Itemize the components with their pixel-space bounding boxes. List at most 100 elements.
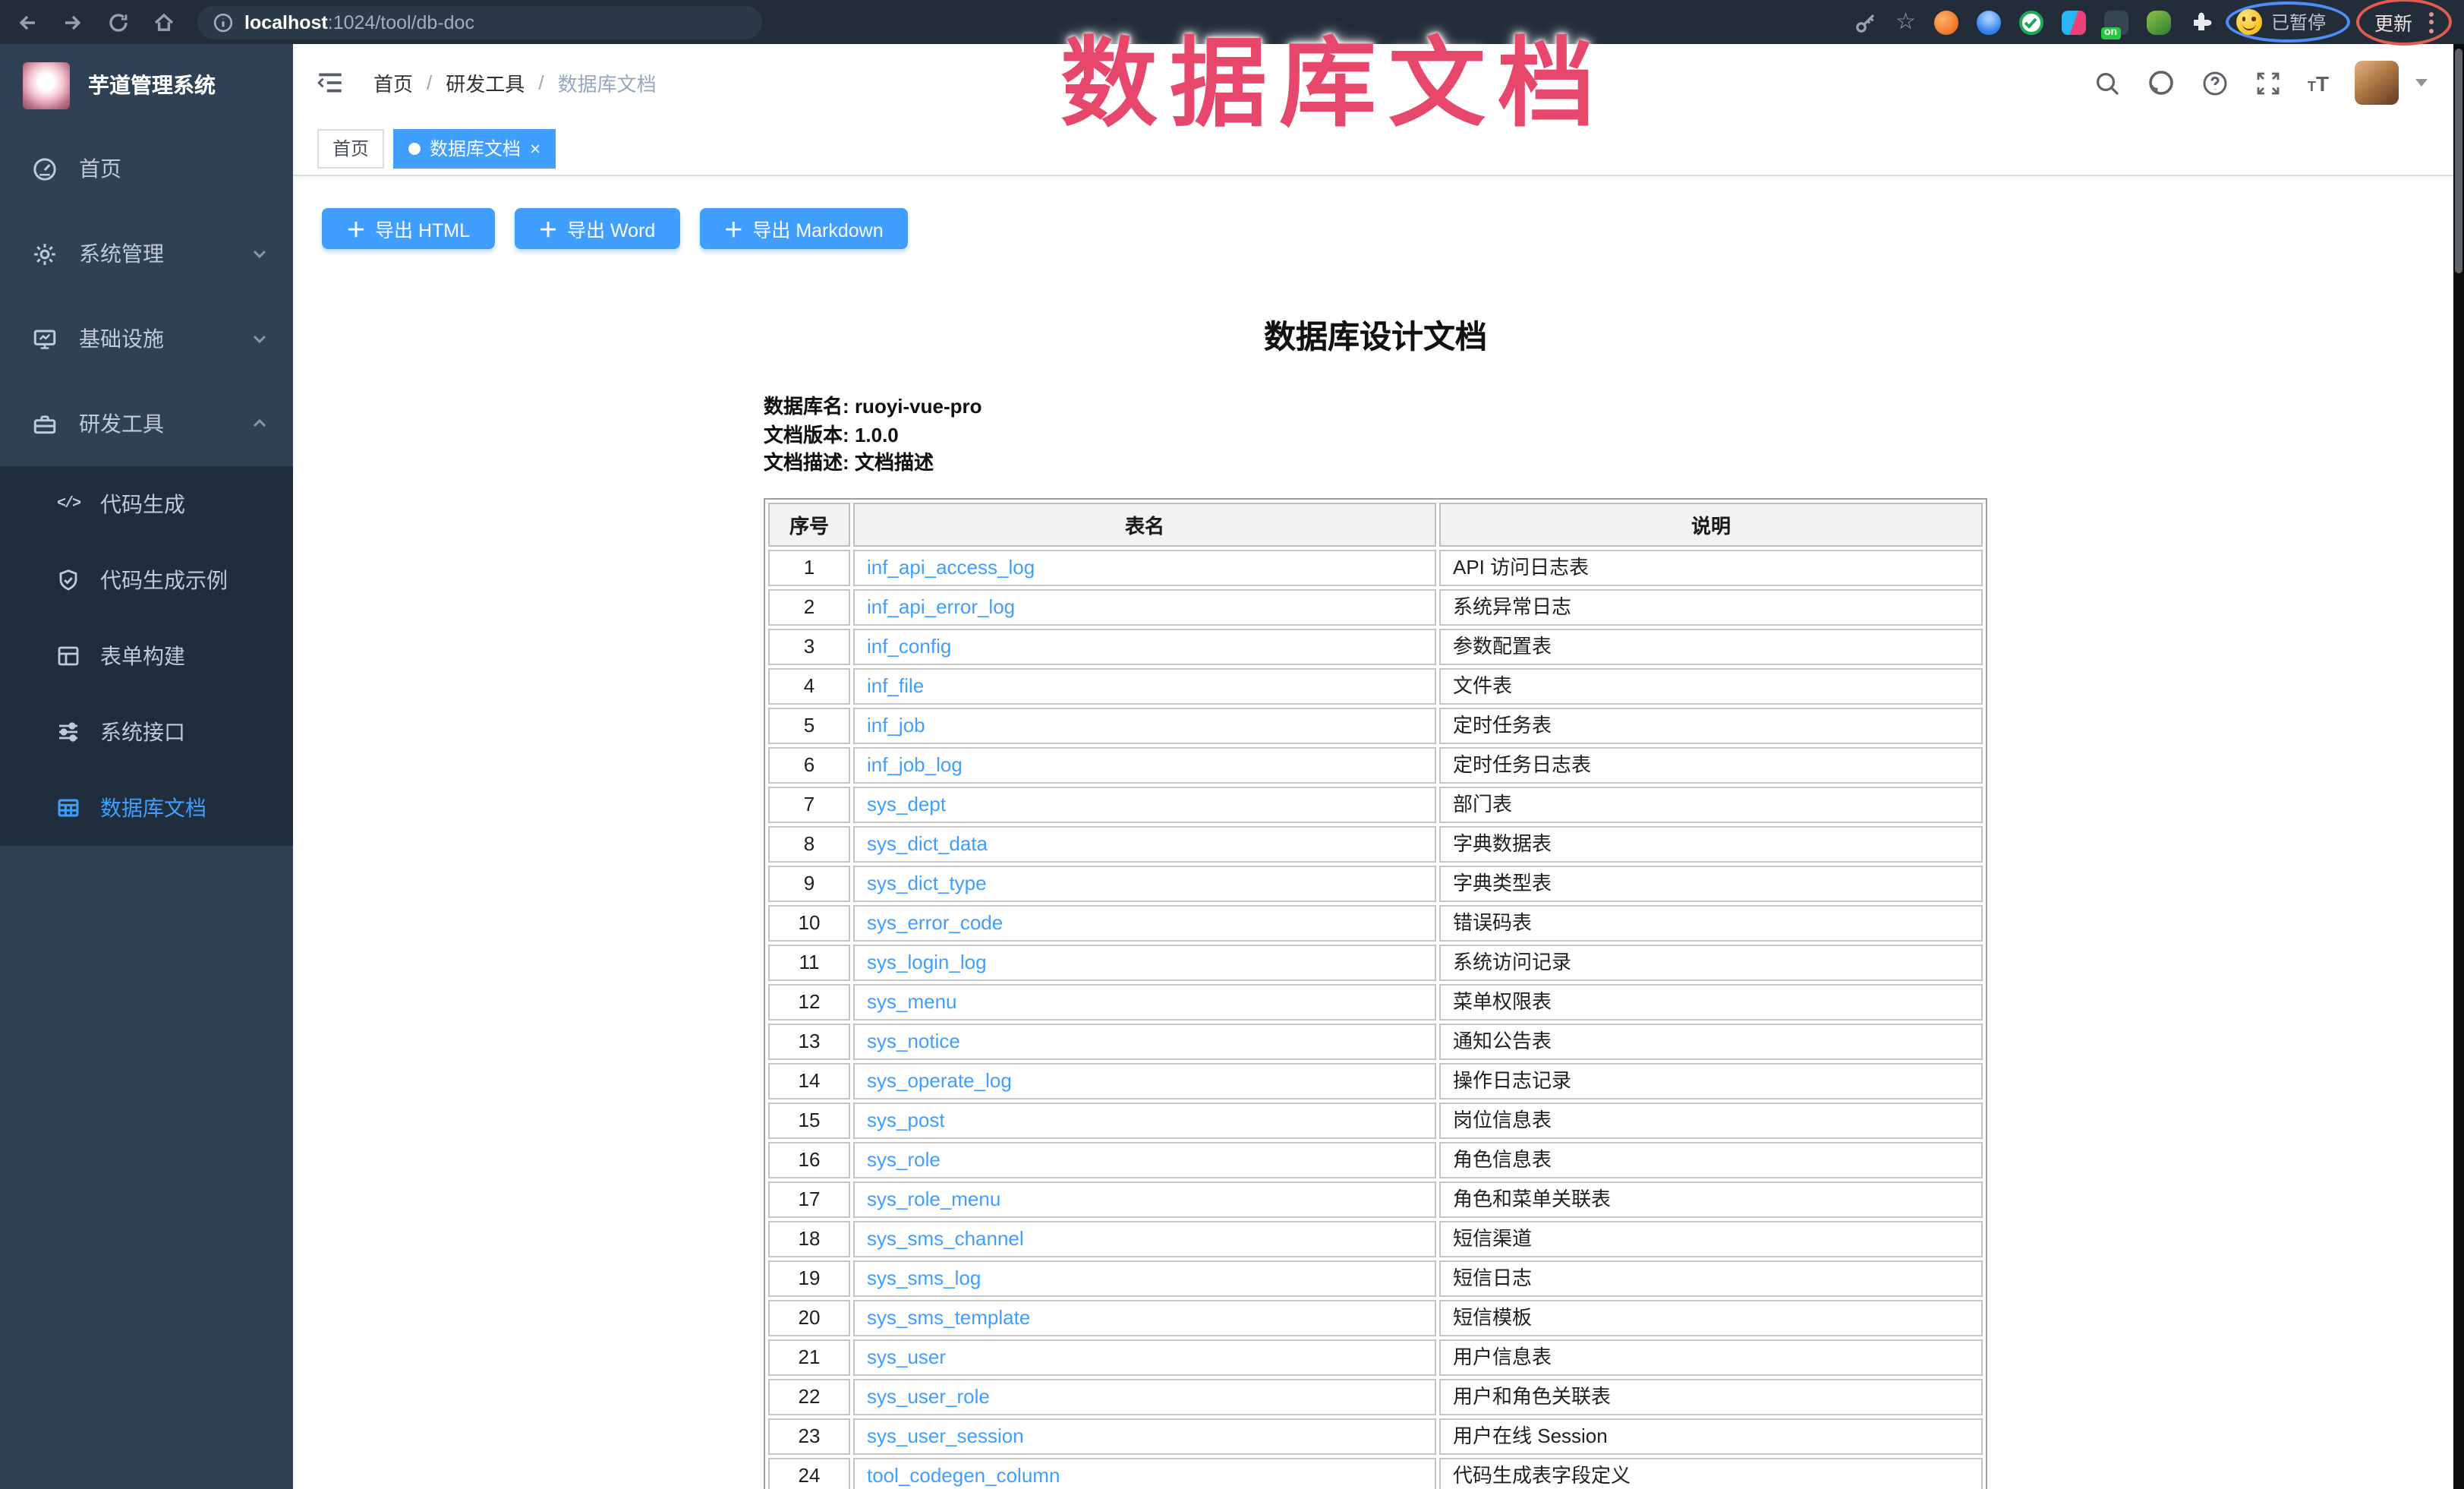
table-name-link[interactable]: sys_role_menu: [867, 1187, 1000, 1210]
back-icon[interactable]: [15, 10, 39, 34]
breadcrumb-devtools[interactable]: 研发工具: [446, 68, 525, 97]
table-name-link[interactable]: inf_job: [867, 713, 925, 736]
gear-icon: [30, 241, 58, 267]
table-name-link[interactable]: sys_dict_data: [867, 831, 988, 854]
scrollbar-thumb[interactable]: [2455, 49, 2462, 273]
user-avatar[interactable]: [2355, 61, 2399, 105]
breadcrumb: 首页 / 研发工具 / 数据库文档: [373, 68, 657, 97]
sidebar-item-codegen-demo[interactable]: 代码生成示例: [0, 542, 293, 618]
sidebar-item-form-builder[interactable]: 表单构建: [0, 618, 293, 694]
extension-icon-blue-pin[interactable]: [1977, 10, 2001, 34]
chevron-down-icon: [250, 330, 269, 348]
export-html-button[interactable]: ＋导出 HTML: [322, 208, 494, 249]
row-description: API 访问日志表: [1439, 549, 1983, 585]
table-name-link[interactable]: sys_user: [867, 1345, 946, 1368]
fullscreen-icon[interactable]: [2254, 69, 2282, 96]
sidebar-item-infra[interactable]: 基础设施: [0, 296, 293, 381]
table-name-link[interactable]: inf_job_log: [867, 752, 963, 775]
table-name-link[interactable]: sys_dict_type: [867, 871, 987, 894]
table-row: 3inf_config参数配置表: [768, 628, 1983, 664]
info-icon[interactable]: [213, 11, 234, 33]
row-table-name-cell: sys_dept: [853, 786, 1436, 822]
avatar-caret-icon[interactable]: [2415, 79, 2428, 87]
table-name-link[interactable]: sys_dept: [867, 792, 946, 815]
table-name-link[interactable]: inf_api_error_log: [867, 595, 1015, 617]
table-name-link[interactable]: sys_error_code: [867, 910, 1003, 933]
row-index: 4: [768, 667, 850, 704]
table-name-link[interactable]: sys_user_session: [867, 1424, 1024, 1446]
row-table-name-cell: sys_role: [853, 1141, 1436, 1178]
table-name-link[interactable]: sys_notice: [867, 1029, 960, 1052]
row-table-name-cell: sys_menu: [853, 983, 1436, 1020]
font-size-icon[interactable]: TT: [2308, 71, 2329, 95]
extensions-puzzle-icon[interactable]: [2189, 10, 2214, 34]
table-name-link[interactable]: sys_operate_log: [867, 1068, 1012, 1091]
extension-icon-orange[interactable]: [1934, 10, 1958, 34]
table-name-link[interactable]: tool_codegen_column: [867, 1463, 1060, 1486]
forward-icon[interactable]: [61, 10, 85, 34]
row-table-name-cell: inf_api_access_log: [853, 549, 1436, 585]
help-icon[interactable]: [2201, 69, 2229, 96]
export-toolbar: ＋导出 HTML ＋导出 Word ＋导出 Markdown: [322, 208, 2464, 249]
export-word-button[interactable]: ＋导出 Word: [514, 208, 679, 249]
github-icon[interactable]: [2147, 68, 2176, 97]
app-title: 芋道管理系统: [88, 70, 216, 100]
extension-icon-duotone[interactable]: [2062, 10, 2086, 34]
row-description: 代码生成表字段定义: [1439, 1457, 1983, 1489]
row-table-name-cell: sys_user: [853, 1339, 1436, 1375]
sidebar-item-codegen[interactable]: </> 代码生成: [0, 466, 293, 542]
close-icon[interactable]: ×: [530, 139, 540, 157]
table-name-link[interactable]: sys_sms_channel: [867, 1226, 1024, 1249]
url-bar[interactable]: localhost:1024/tool/db-doc: [197, 5, 762, 39]
row-table-name-cell: sys_user_role: [853, 1378, 1436, 1415]
sidebar-item-devtools[interactable]: 研发工具: [0, 381, 293, 466]
table-row: 5inf_job定时任务表: [768, 707, 1983, 743]
row-description: 短信日志: [1439, 1260, 1983, 1296]
table-name-link[interactable]: sys_login_log: [867, 950, 987, 973]
bookmark-star-icon[interactable]: ☆: [1895, 11, 1916, 33]
row-description: 用户和角色关联表: [1439, 1378, 1983, 1415]
table-overview: 序号 表名 说明 1inf_api_access_logAPI 访问日志表2in…: [764, 497, 1987, 1489]
row-table-name-cell: sys_sms_template: [853, 1299, 1436, 1336]
page-content: ＋导出 HTML ＋导出 Word ＋导出 Markdown 数据库设计文档 数…: [293, 176, 2464, 1489]
browser-profile-chip[interactable]: 已暂停: [2232, 6, 2344, 38]
home-icon[interactable]: [152, 10, 176, 34]
doc-title: 数据库设计文档: [764, 313, 1987, 358]
table-name-link[interactable]: sys_role: [867, 1147, 941, 1170]
update-button[interactable]: 更新: [2374, 8, 2412, 36]
page-scrollbar[interactable]: [2453, 44, 2464, 1489]
extension-icon-proxy-on[interactable]: on: [2104, 10, 2128, 34]
sidebar-item-home[interactable]: 首页: [0, 126, 293, 211]
table-row: 14sys_operate_log操作日志记录: [768, 1062, 1983, 1099]
table-name-link[interactable]: sys_user_role: [867, 1384, 990, 1407]
extension-icon-green-check[interactable]: [2019, 10, 2043, 34]
row-table-name-cell: inf_config: [853, 628, 1436, 664]
tab-home[interactable]: 首页: [317, 128, 384, 168]
sidebar-item-label: 代码生成示例: [100, 565, 228, 595]
search-icon[interactable]: [2094, 69, 2121, 96]
table-row: 10sys_error_code错误码表: [768, 904, 1983, 941]
breadcrumb-current: 数据库文档: [558, 68, 657, 97]
doc-info-line: 文档版本: 1.0.0: [764, 421, 1987, 450]
collapse-menu-icon[interactable]: [316, 68, 345, 97]
breadcrumb-home[interactable]: 首页: [373, 68, 413, 97]
extension-icon-green-leaf[interactable]: [2147, 10, 2171, 34]
sidebar-item-api[interactable]: 系统接口: [0, 694, 293, 770]
row-table-name-cell: sys_post: [853, 1102, 1436, 1138]
table-name-link[interactable]: inf_config: [867, 634, 951, 657]
table-name-link[interactable]: sys_menu: [867, 989, 957, 1012]
key-icon[interactable]: [1853, 10, 1877, 34]
table-name-link[interactable]: sys_sms_template: [867, 1305, 1030, 1328]
browser-menu-icon[interactable]: [2429, 11, 2434, 33]
table-name-link[interactable]: inf_api_access_log: [867, 555, 1035, 578]
sidebar-item-system[interactable]: 系统管理: [0, 211, 293, 296]
table-name-link[interactable]: sys_post: [867, 1108, 945, 1131]
reload-icon[interactable]: [106, 10, 131, 34]
table-name-link[interactable]: sys_sms_log: [867, 1266, 981, 1289]
table-name-link[interactable]: inf_file: [867, 674, 924, 696]
tab-db-doc[interactable]: 数据库文档 ×: [393, 128, 556, 168]
sidebar-item-db-doc[interactable]: 数据库文档: [0, 770, 293, 846]
url-text[interactable]: localhost:1024/tool/db-doc: [244, 8, 474, 36]
export-markdown-button[interactable]: ＋导出 Markdown: [699, 208, 907, 249]
row-index: 8: [768, 825, 850, 862]
